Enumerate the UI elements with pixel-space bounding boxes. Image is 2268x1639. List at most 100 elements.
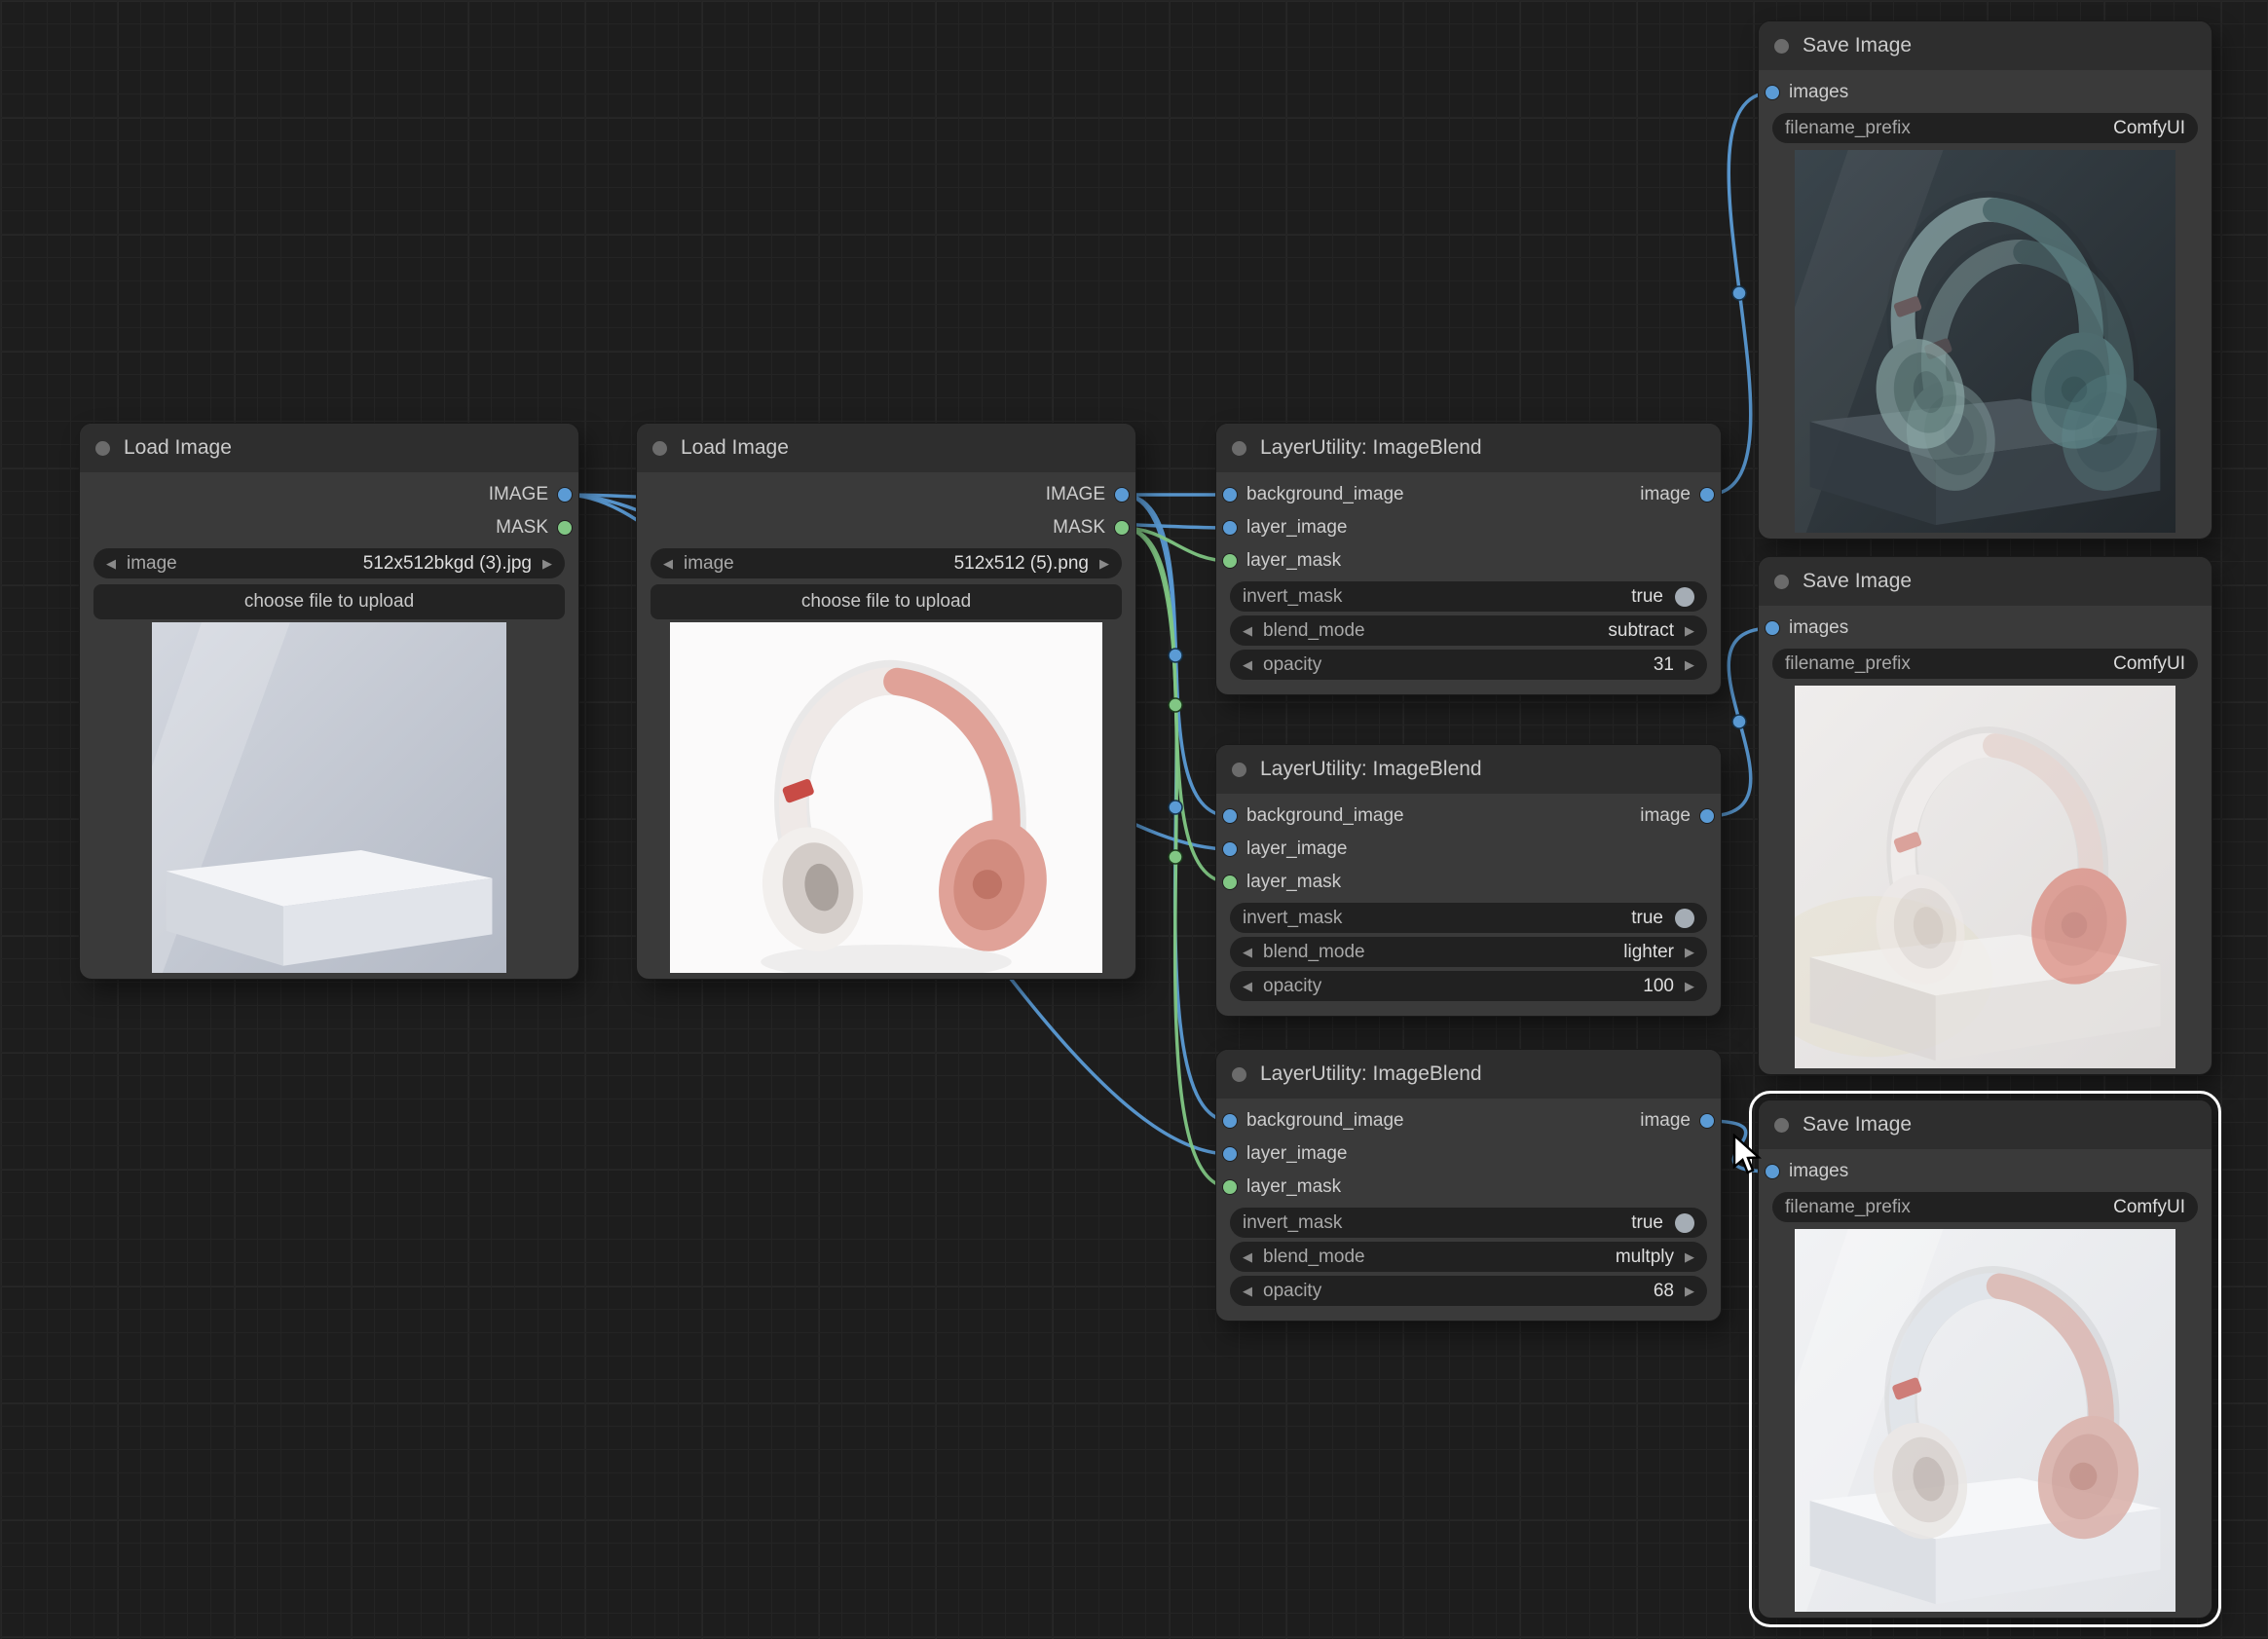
node-save-image-2[interactable]: Save Image images filename_prefix ComfyU… [1759,557,2212,1074]
link-midpoint-dot[interactable] [1732,286,1746,300]
input-port-layer-mask[interactable] [1223,554,1237,568]
invert-mask-toggle[interactable]: invert_mask true [1230,581,1707,612]
toggle-value: true [1631,586,1663,608]
stepper-label: opacity [1263,1281,1321,1302]
arrow-right-icon[interactable]: ▶ [1685,623,1694,639]
arrow-left-icon[interactable]: ◀ [1243,979,1252,994]
arrow-right-icon[interactable]: ▶ [1685,657,1694,673]
arrow-left-icon[interactable]: ◀ [1243,945,1252,960]
input-port-images[interactable] [1766,621,1779,635]
arrow-left-icon[interactable]: ◀ [1243,1249,1252,1265]
node-title-bar[interactable]: Save Image [1759,21,2212,70]
output-label-image: image [1640,484,1691,505]
output-label-mask: MASK [496,517,548,539]
filename-prefix-field[interactable]: filename_prefix ComfyUI [1772,113,2198,143]
blend-mode-combo[interactable]: ◀ blend_mode lighter ▶ [1230,937,1707,967]
input-port-layer-image[interactable] [1223,842,1237,856]
link-midpoint-dot[interactable] [1169,649,1182,662]
combo-value: 512x512 (5).png [954,553,1089,575]
output-port-mask[interactable] [558,521,572,535]
arrow-right-icon[interactable]: ▶ [1685,945,1694,960]
output-port-image[interactable] [1700,1114,1714,1128]
output-port-mask[interactable] [1115,521,1129,535]
node-save-image-1[interactable]: Save Image images filename_prefix ComfyU… [1759,21,2212,539]
arrow-right-icon[interactable]: ▶ [1685,1284,1694,1299]
arrow-left-icon[interactable]: ◀ [1243,657,1252,673]
arrow-right-icon[interactable]: ▶ [1099,556,1109,572]
collapse-dot-icon[interactable] [1232,1067,1246,1082]
input-label-layer-mask: layer_mask [1246,1176,1341,1198]
field-label: filename_prefix [1785,1197,1911,1218]
blend-mode-combo[interactable]: ◀ blend_mode multply ▶ [1230,1242,1707,1272]
node-load-image-2[interactable]: Load Image IMAGE MASK ◀ image 512x512 (5… [637,424,1135,979]
toggle-knob-icon[interactable] [1675,587,1694,607]
stepper-value: 68 [1654,1281,1674,1302]
node-save-image-3[interactable]: Save Image images filename_prefix ComfyU… [1759,1100,2212,1618]
opacity-stepper[interactable]: ◀ opacity 31 ▶ [1230,650,1707,680]
image-combo[interactable]: ◀ image 512x512bkgd (3).jpg ▶ [93,548,565,578]
node-imageblend-3[interactable]: LayerUtility: ImageBlend background_imag… [1216,1050,1721,1321]
choose-file-button[interactable]: choose file to upload [93,584,565,619]
link-midpoint-dot[interactable] [1169,801,1182,814]
combo-label: blend_mode [1263,620,1365,642]
arrow-left-icon[interactable]: ◀ [106,556,116,572]
input-port-layer-image[interactable] [1223,521,1237,535]
node-title-bar[interactable]: Save Image [1759,557,2212,606]
blend-mode-combo[interactable]: ◀ blend_mode subtract ▶ [1230,615,1707,646]
node-title-bar[interactable]: Load Image [80,424,578,472]
input-port-background-image[interactable] [1223,809,1237,823]
output-port-image[interactable] [1700,488,1714,502]
arrow-right-icon[interactable]: ▶ [542,556,552,572]
collapse-dot-icon[interactable] [652,441,667,456]
collapse-dot-icon[interactable] [1774,1118,1789,1133]
link-midpoint-dot[interactable] [1169,850,1182,864]
collapse-dot-icon[interactable] [1774,575,1789,589]
input-port-layer-mask[interactable] [1223,1180,1237,1194]
stepper-value: 100 [1643,976,1674,997]
input-port-images[interactable] [1766,86,1779,99]
invert-mask-toggle[interactable]: invert_mask true [1230,1208,1707,1238]
filename-prefix-field[interactable]: filename_prefix ComfyUI [1772,1192,2198,1222]
opacity-stepper[interactable]: ◀ opacity 100 ▶ [1230,971,1707,1001]
collapse-dot-icon[interactable] [95,441,110,456]
output-port-image[interactable] [558,488,572,502]
node-imageblend-1[interactable]: LayerUtility: ImageBlend background_imag… [1216,424,1721,694]
toggle-knob-icon[interactable] [1675,909,1694,928]
arrow-right-icon[interactable]: ▶ [1685,1249,1694,1265]
collapse-dot-icon[interactable] [1774,39,1789,54]
toggle-label: invert_mask [1243,1212,1342,1234]
input-port-background-image[interactable] [1223,488,1237,502]
input-port-background-image[interactable] [1223,1114,1237,1128]
node-title: Save Image [1803,34,1912,57]
node-title: LayerUtility: ImageBlend [1260,436,1482,460]
arrow-right-icon[interactable]: ▶ [1685,979,1694,994]
node-title-bar[interactable]: Save Image [1759,1100,2212,1149]
link-midpoint-dot[interactable] [1732,715,1746,728]
node-load-image-1[interactable]: Load Image IMAGE MASK ◀ image 512x512bkg… [80,424,578,979]
node-title-bar[interactable]: LayerUtility: ImageBlend [1216,1050,1721,1099]
invert-mask-toggle[interactable]: invert_mask true [1230,903,1707,933]
node-title-bar[interactable]: LayerUtility: ImageBlend [1216,424,1721,472]
arrow-left-icon[interactable]: ◀ [1243,623,1252,639]
arrow-left-icon[interactable]: ◀ [1243,1284,1252,1299]
choose-file-button[interactable]: choose file to upload [651,584,1122,619]
output-label-mask: MASK [1053,517,1105,539]
input-port-layer-mask[interactable] [1223,875,1237,889]
arrow-left-icon[interactable]: ◀ [663,556,673,572]
collapse-dot-icon[interactable] [1232,441,1246,456]
stepper-label: opacity [1263,976,1321,997]
node-title-bar[interactable]: Load Image [637,424,1135,472]
output-port-image[interactable] [1700,809,1714,823]
collapse-dot-icon[interactable] [1232,763,1246,777]
image-combo[interactable]: ◀ image 512x512 (5).png ▶ [651,548,1122,578]
graph-canvas[interactable]: { "colors": { "image_link": "#5b9bd5", "… [0,0,2268,1639]
input-port-layer-image[interactable] [1223,1147,1237,1161]
opacity-stepper[interactable]: ◀ opacity 68 ▶ [1230,1276,1707,1306]
node-imageblend-2[interactable]: LayerUtility: ImageBlend background_imag… [1216,745,1721,1016]
toggle-knob-icon[interactable] [1675,1213,1694,1233]
filename-prefix-field[interactable]: filename_prefix ComfyUI [1772,649,2198,679]
node-title-bar[interactable]: LayerUtility: ImageBlend [1216,745,1721,794]
mouse-cursor-icon [1730,1134,1769,1176]
output-port-image[interactable] [1115,488,1129,502]
link-midpoint-dot[interactable] [1169,698,1182,712]
